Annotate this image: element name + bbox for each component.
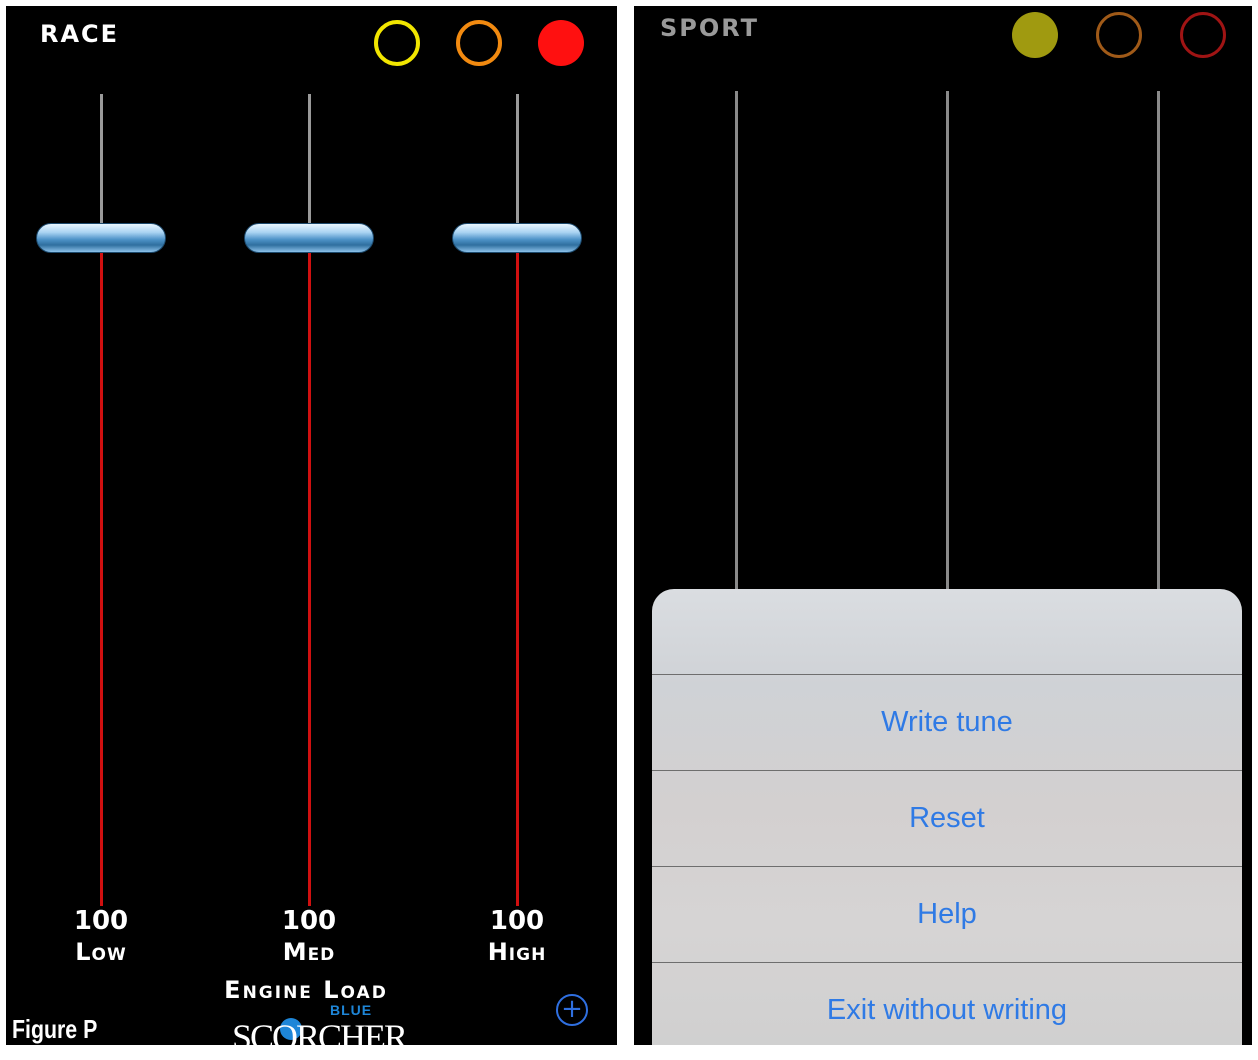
high-slider-track[interactable] <box>1157 91 1160 611</box>
yellow-mode-circle[interactable] <box>374 20 420 66</box>
action-sheet: Write tune Reset Help Exit without writi… <box>652 589 1242 1060</box>
write-tune-button[interactable]: Write tune <box>652 675 1242 770</box>
low-value: 100 <box>73 906 129 936</box>
figure-label: Figure P <box>12 1014 98 1044</box>
low-slider-track[interactable] <box>735 91 738 611</box>
orange-mode-circle[interactable] <box>456 20 502 66</box>
reset-button[interactable]: Reset <box>652 771 1242 866</box>
med-slider-track[interactable] <box>308 94 311 230</box>
red-mode-circle[interactable] <box>538 20 584 66</box>
high-slider-handle[interactable] <box>452 223 582 253</box>
orange-mode-circle[interactable] <box>1096 12 1142 58</box>
high-value: 100 <box>489 906 545 936</box>
sport-mode-panel: SPORT Write tune Reset Help Exit without… <box>634 6 1252 1060</box>
low-slider-handle[interactable] <box>36 223 166 253</box>
engine-load-label: Engine Load <box>224 976 388 1004</box>
med-slider-track[interactable] <box>946 91 949 611</box>
low-slider-fill <box>100 250 103 906</box>
plus-icon: + <box>561 994 583 1024</box>
high-slider-track[interactable] <box>516 94 519 230</box>
race-mode-panel: RACE 100 Low 100 Med 100 High Engine Loa… <box>6 6 617 1060</box>
med-value: 100 <box>281 906 337 936</box>
mode-title: RACE <box>40 20 120 48</box>
add-button[interactable]: + <box>556 994 588 1026</box>
bottom-border <box>0 1045 1258 1060</box>
low-label: Low <box>75 938 127 966</box>
med-slider-handle[interactable] <box>244 223 374 253</box>
mode-title: SPORT <box>660 14 760 42</box>
yellow-mode-circle[interactable] <box>1012 12 1058 58</box>
help-button[interactable]: Help <box>652 867 1242 962</box>
med-slider-fill <box>308 250 311 906</box>
high-label: High <box>487 938 547 966</box>
red-mode-circle[interactable] <box>1180 12 1226 58</box>
low-slider-track[interactable] <box>100 94 103 230</box>
high-slider-fill <box>516 250 519 906</box>
exit-without-writing-button[interactable]: Exit without writing <box>652 963 1242 1058</box>
med-label: Med <box>282 938 336 966</box>
